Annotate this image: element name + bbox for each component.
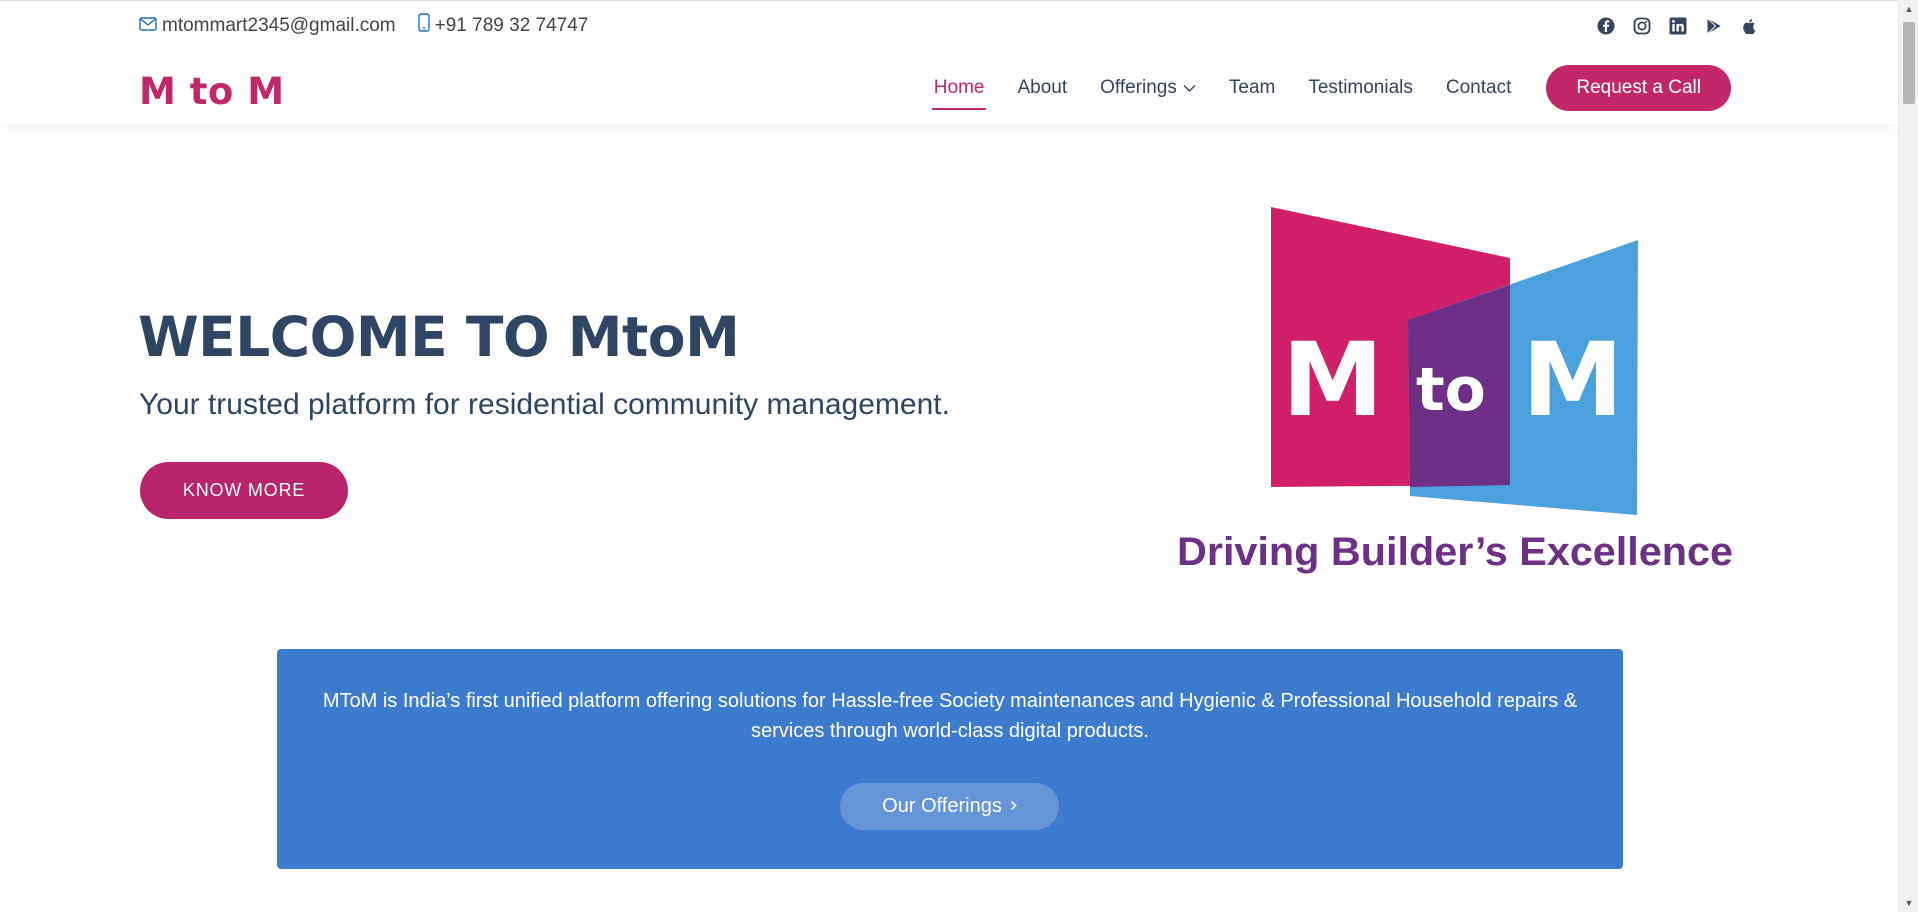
our-offerings-button[interactable]: Our Offerings: [840, 783, 1059, 830]
scroll-down-arrow-icon[interactable]: ▼: [1899, 894, 1918, 912]
logo-middle-word: to: [1416, 355, 1486, 425]
phone-icon: [417, 13, 430, 38]
nav-offerings-label: Offerings: [1100, 77, 1177, 98]
nav-testimonials[interactable]: Testimonials: [1306, 71, 1415, 105]
apple-icon[interactable]: [1739, 15, 1761, 37]
phone-text[interactable]: +91 789 32 74747: [435, 15, 589, 37]
chevron-right-icon: [1010, 798, 1017, 816]
intro-text: MToM is India’s first unified platform o…: [322, 690, 1578, 742]
nav-team[interactable]: Team: [1227, 71, 1277, 105]
know-more-button[interactable]: KNOW MORE: [140, 462, 348, 519]
logo-left-letter: M: [1282, 321, 1384, 440]
page-scrollbar[interactable]: ▲ ▼: [1898, 0, 1918, 912]
phone-contact[interactable]: +91 789 32 74747: [417, 13, 589, 38]
our-offerings-label: Our Offerings: [882, 795, 1002, 817]
email-text[interactable]: mtommart2345@gmail.com: [162, 15, 396, 37]
google-play-icon[interactable]: [1703, 15, 1725, 37]
brand-logo-text[interactable]: M to M: [139, 70, 285, 113]
top-bar: mtommart2345@gmail.com +91 789 32 74747: [0, 0, 1898, 50]
hero-subtitle: Your trusted platform for residential co…: [139, 388, 950, 421]
mtom-logo: M to M Driving Builder’s Excellence: [1170, 200, 1750, 590]
contact-info: mtommart2345@gmail.com +91 789 32 74747: [139, 13, 610, 38]
linkedin-icon[interactable]: [1667, 15, 1689, 37]
instagram-icon[interactable]: [1631, 15, 1653, 37]
nav-about[interactable]: About: [1015, 71, 1069, 105]
hero-title: WELCOME TO MtoM: [138, 305, 740, 369]
email-contact[interactable]: mtommart2345@gmail.com: [139, 15, 396, 37]
intro-banner: MToM is India’s first unified platform o…: [277, 649, 1623, 869]
site-header: M to M Home About Offerings Team Testimo…: [0, 50, 1898, 124]
facebook-icon[interactable]: [1595, 15, 1617, 37]
request-call-button[interactable]: Request a Call: [1546, 65, 1731, 111]
logo-right-letter: M: [1522, 321, 1624, 440]
main-nav: Home About Offerings Team Testimonials C…: [931, 65, 1731, 111]
scrollbar-thumb[interactable]: [1903, 22, 1915, 104]
logo-tagline: Driving Builder’s Excellence: [1177, 530, 1733, 574]
nav-home[interactable]: Home: [931, 71, 987, 110]
nav-offerings[interactable]: Offerings: [1098, 71, 1198, 105]
nav-contact[interactable]: Contact: [1444, 71, 1513, 105]
scroll-up-arrow-icon[interactable]: ▲: [1899, 0, 1918, 18]
social-links: [1581, 15, 1761, 37]
envelope-icon: [139, 15, 157, 37]
chevron-down-icon: [1183, 84, 1196, 93]
mtom-logo-graphic: M to M Driving Builder’s Excellence: [1177, 207, 1733, 574]
page: mtommart2345@gmail.com +91 789 32 74747: [0, 0, 1898, 912]
